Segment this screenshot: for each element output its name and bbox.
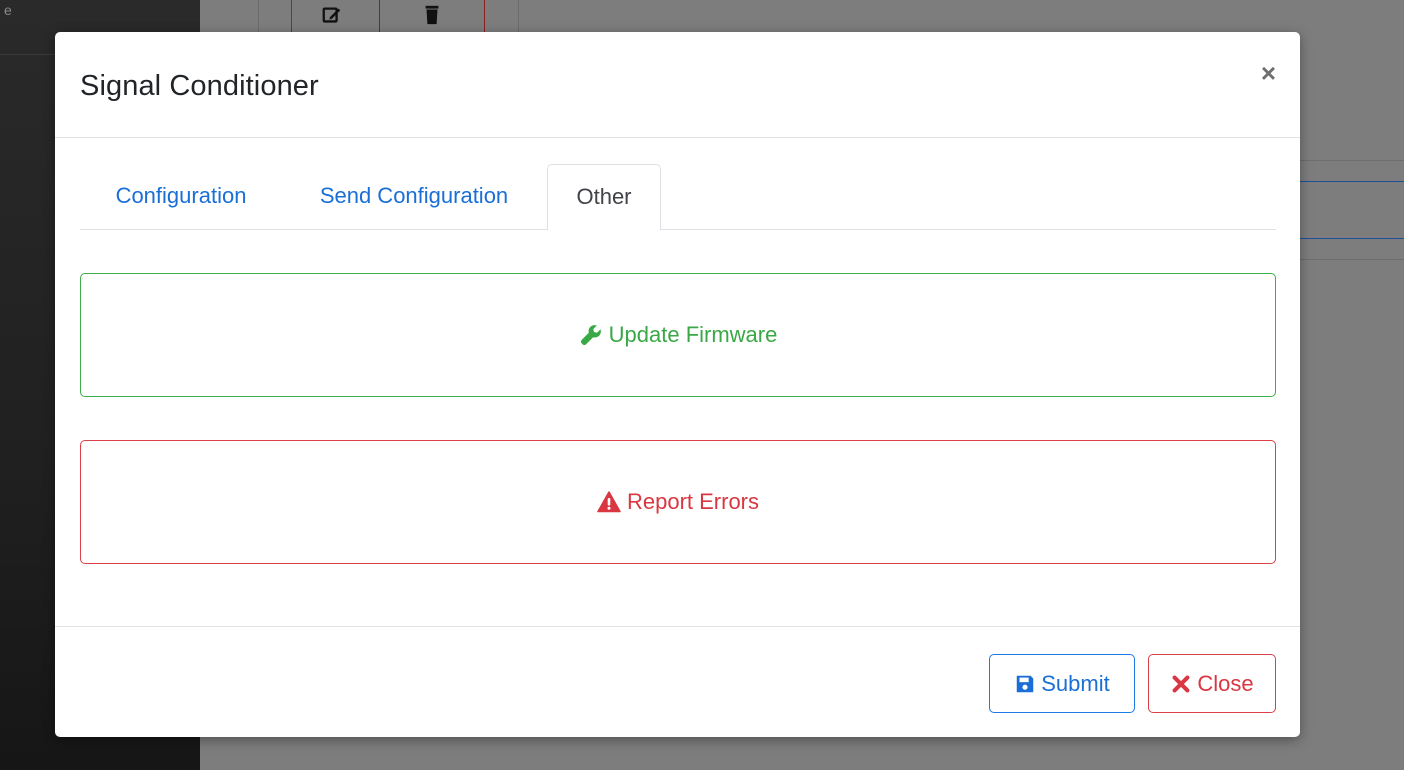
close-button[interactable]: Close xyxy=(1148,654,1276,713)
edit-icon[interactable] xyxy=(321,4,343,26)
tab-other[interactable]: Other xyxy=(547,164,661,231)
wrench-icon xyxy=(580,325,601,346)
modal-header: Signal Conditioner × xyxy=(55,32,1300,138)
background-cell-divider xyxy=(484,0,485,32)
report-errors-label: Report Errors xyxy=(626,489,760,514)
tab-bar: Configuration Send Configuration Other xyxy=(80,164,1276,231)
modal-footer: Submit Close xyxy=(55,626,1300,737)
warning-triangle-icon xyxy=(597,491,621,513)
trash-icon[interactable] xyxy=(421,4,443,26)
background-sidebar-text: e xyxy=(4,2,12,18)
save-icon xyxy=(1017,675,1034,692)
x-icon xyxy=(1172,675,1190,692)
report-errors-button[interactable]: Report Errors xyxy=(80,440,1276,564)
close-label: Close xyxy=(1197,670,1254,696)
tab-send-configuration[interactable]: Send Configuration xyxy=(288,164,540,230)
submit-label: Submit xyxy=(1041,670,1110,696)
modal-close-button[interactable]: × xyxy=(1261,60,1276,86)
background-line xyxy=(1300,160,1404,161)
background-line xyxy=(1300,181,1404,182)
background-line xyxy=(1300,259,1404,260)
screen: e Signal Conditioner × Configuration Sen… xyxy=(0,0,1404,770)
signal-conditioner-modal: Signal Conditioner × Configuration Send … xyxy=(55,32,1300,737)
background-cell-divider xyxy=(379,0,380,32)
update-firmware-button[interactable]: Update Firmware xyxy=(80,273,1276,397)
tab-configuration[interactable]: Configuration xyxy=(80,164,282,230)
background-cell-divider xyxy=(258,0,259,32)
background-line xyxy=(1300,238,1404,239)
update-firmware-label: Update Firmware xyxy=(608,322,778,347)
modal-title: Signal Conditioner xyxy=(80,70,319,102)
background-cell-divider xyxy=(291,0,292,32)
background-toolbar xyxy=(200,0,520,32)
background-cell-divider xyxy=(518,0,519,32)
submit-button[interactable]: Submit xyxy=(989,654,1135,713)
